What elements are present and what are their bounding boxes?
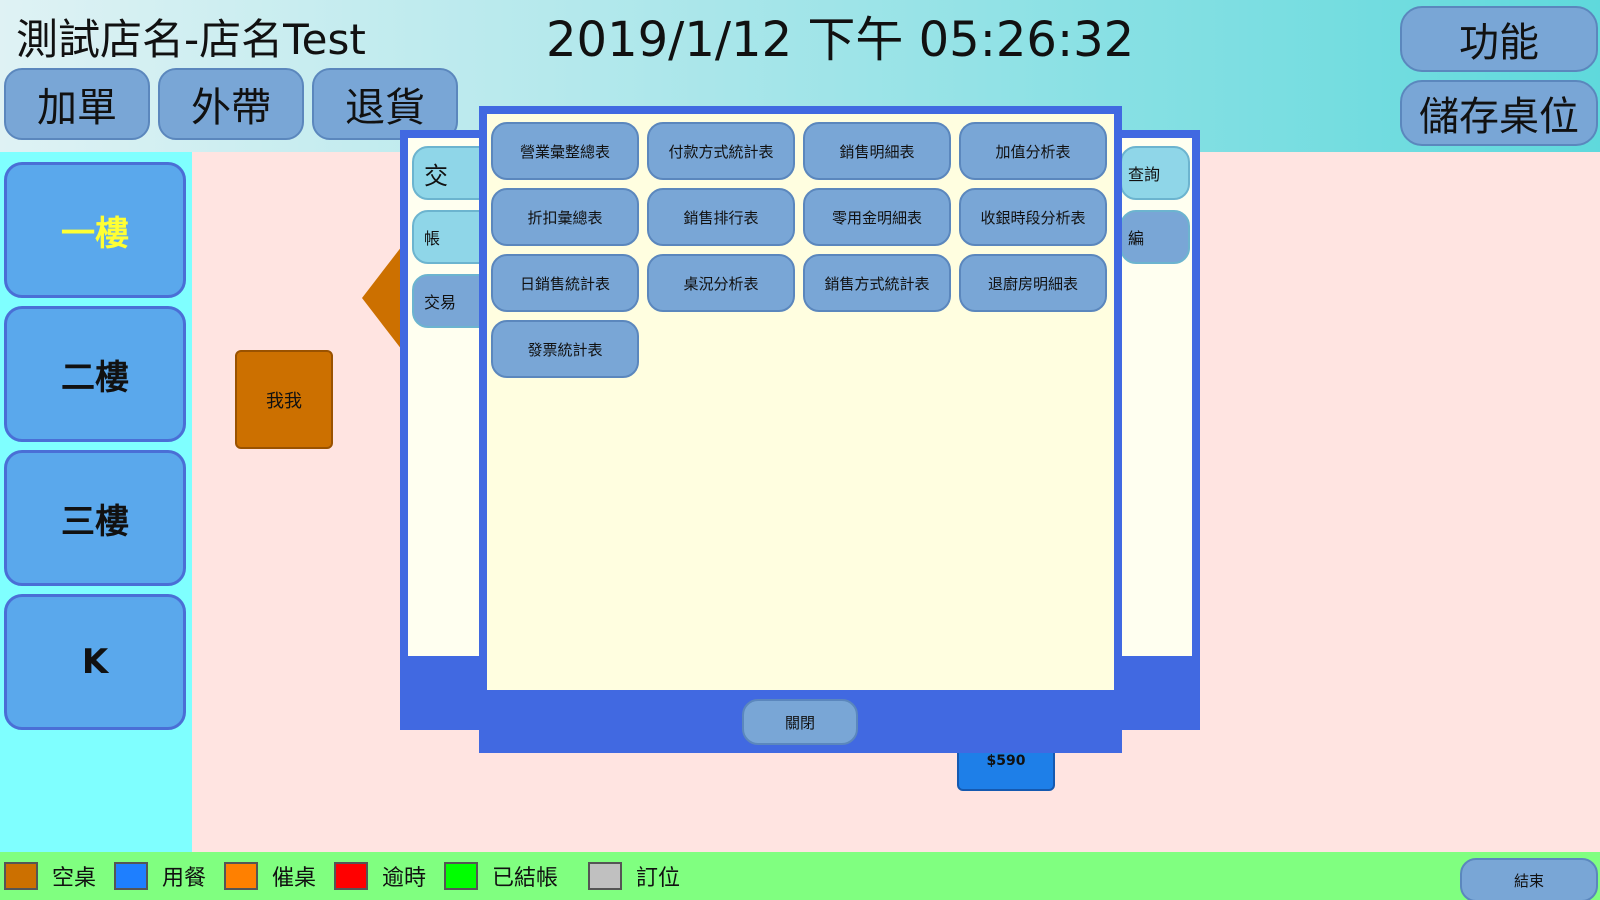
legend-label-dining: 用餐 — [162, 866, 207, 891]
legend-swatch-urge — [224, 862, 258, 890]
close-button[interactable]: 關閉 — [742, 699, 858, 745]
legend-label-empty: 空桌 — [52, 866, 97, 891]
report-button-payment-stats[interactable]: 付款方式統計表 — [647, 122, 795, 180]
report-button-sales-method[interactable]: 銷售方式統計表 — [803, 254, 951, 312]
legend-swatch-empty — [4, 862, 38, 890]
legend-label-overtime: 逾時 — [382, 866, 427, 891]
report-dialog-body: 營業彙整總表 付款方式統計表 銷售明細表 加值分析表 折扣彙總表 銷售排行表 零… — [487, 114, 1114, 690]
legend-item-empty: 空桌 — [4, 860, 96, 892]
legend-item-dining: 用餐 — [114, 860, 206, 892]
legend-label-settled: 已結帳 — [492, 866, 559, 891]
legend-item-urge: 催桌 — [224, 860, 316, 892]
diamond-table[interactable] — [362, 246, 402, 350]
floor-1-button[interactable]: 一樓 — [4, 162, 186, 298]
legend-label-urge: 催桌 — [272, 866, 317, 891]
legend-item-reserved: 訂位 — [588, 860, 680, 892]
save-table-button[interactable]: 儲存桌位 — [1400, 80, 1598, 146]
floor-2-button[interactable]: 二樓 — [4, 306, 186, 442]
report-button-sales-ranking[interactable]: 銷售排行表 — [647, 188, 795, 246]
table-tile[interactable]: 我我 — [235, 350, 333, 449]
floor-k-button[interactable]: K — [4, 594, 186, 730]
takeout-button[interactable]: 外帶 — [158, 68, 304, 140]
datetime-display: 2019/1/12 下午 05:26:32 — [546, 12, 1135, 68]
report-button-business-summary[interactable]: 營業彙整總表 — [491, 122, 639, 180]
report-dialog: 營業彙整總表 付款方式統計表 銷售明細表 加值分析表 折扣彙總表 銷售排行表 零… — [479, 106, 1122, 753]
floor-sidebar: 一樓 二樓 三樓 K — [0, 152, 192, 852]
function-button[interactable]: 功能 — [1400, 6, 1598, 72]
report-button-table-analysis[interactable]: 桌況分析表 — [647, 254, 795, 312]
legend-label-reserved: 訂位 — [636, 866, 681, 891]
legend-swatch-settled — [444, 862, 478, 890]
store-name: 測試店名-店名Test — [16, 15, 366, 64]
report-button-kitchen-return[interactable]: 退廚房明細表 — [959, 254, 1107, 312]
legend-item-overtime: 逾時 — [334, 860, 426, 892]
end-button[interactable]: 結束 — [1460, 858, 1598, 900]
status-legend: 空桌 用餐 催桌 逾時 已結帳 訂位 結束 — [0, 852, 1600, 900]
back-button-5[interactable]: 編 — [1120, 210, 1190, 264]
report-button-cashier-period[interactable]: 收銀時段分析表 — [959, 188, 1107, 246]
report-button-sales-detail[interactable]: 銷售明細表 — [803, 122, 951, 180]
report-button-petty-cash[interactable]: 零用金明細表 — [803, 188, 951, 246]
report-button-daily-sales[interactable]: 日銷售統計表 — [491, 254, 639, 312]
legend-swatch-reserved — [588, 862, 622, 890]
report-button-discount-summary[interactable]: 折扣彙總表 — [491, 188, 639, 246]
legend-item-settled: 已結帳 — [444, 860, 558, 892]
report-button-addon-analysis[interactable]: 加值分析表 — [959, 122, 1107, 180]
add-order-button[interactable]: 加單 — [4, 68, 150, 140]
floor-3-button[interactable]: 三樓 — [4, 450, 186, 586]
back-button-4[interactable]: 查詢 — [1120, 146, 1190, 200]
legend-swatch-dining — [114, 862, 148, 890]
legend-swatch-overtime — [334, 862, 368, 890]
report-button-invoice-stats[interactable]: 發票統計表 — [491, 320, 639, 378]
